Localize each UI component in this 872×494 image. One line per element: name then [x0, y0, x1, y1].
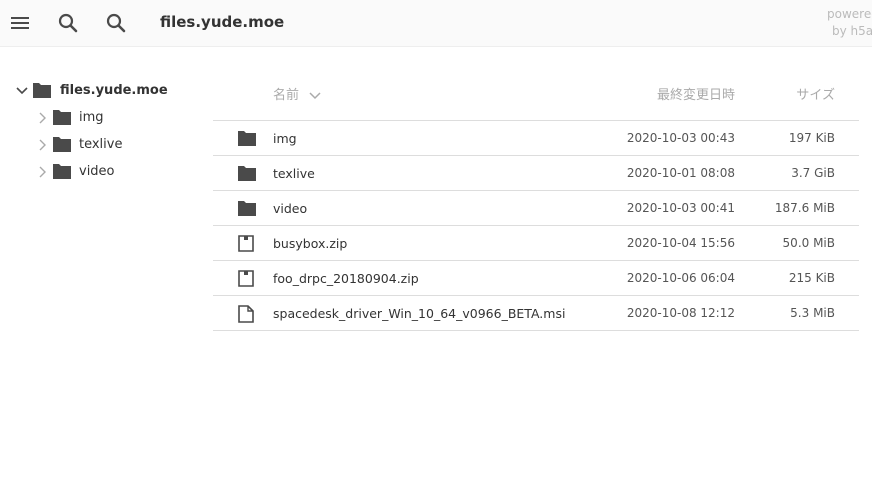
list-item[interactable]: spacedesk_driver_Win_10_64_v0966_BETA.ms… — [213, 296, 859, 331]
powered-line-1: powered — [827, 7, 872, 21]
breadcrumb-root[interactable]: files.yude.moe — [160, 13, 284, 31]
list-item[interactable]: foo_drpc_20180904.zip 2020-10-06 06:04 2… — [213, 261, 859, 296]
item-size: 50.0 MiB — [782, 236, 835, 250]
tree-item-label: img — [79, 110, 104, 125]
item-date: 2020-10-03 00:41 — [626, 201, 735, 215]
item-date: 2020-10-06 06:04 — [626, 271, 735, 285]
folder-icon — [53, 137, 71, 152]
item-name: texlive — [273, 166, 315, 181]
chevron-down-icon[interactable] — [15, 84, 29, 98]
item-size: 3.7 GiB — [791, 166, 835, 180]
item-name: foo_drpc_20180904.zip — [273, 271, 419, 286]
tree-item-label: files.yude.moe — [60, 83, 168, 98]
folder-icon — [238, 131, 256, 146]
item-name: busybox.zip — [273, 236, 348, 251]
list-item[interactable]: texlive 2020-10-01 08:08 3.7 GiB — [213, 156, 859, 191]
item-date: 2020-10-08 12:12 — [626, 306, 735, 320]
sort-chevron-down-icon — [309, 91, 321, 99]
sort-by-name-header[interactable]: 名前 — [273, 84, 321, 103]
chevron-right-icon[interactable] — [36, 165, 48, 179]
item-name: spacedesk_driver_Win_10_64_v0966_BETA.ms… — [273, 306, 566, 321]
item-size: 197 KiB — [788, 131, 835, 145]
item-size: 187.6 MiB — [774, 201, 835, 215]
item-date: 2020-10-03 00:43 — [626, 131, 735, 145]
tree-item-img[interactable]: img — [0, 105, 200, 131]
sort-by-size-header[interactable]: サイズ — [796, 84, 835, 103]
item-name: video — [273, 201, 308, 216]
item-size: 5.3 MiB — [790, 306, 835, 320]
tree-item-video[interactable]: video — [0, 159, 200, 185]
tree-item-label: video — [79, 164, 115, 179]
list-item[interactable]: img 2020-10-03 00:43 197 KiB — [213, 121, 859, 156]
folder-icon — [33, 83, 51, 98]
folder-icon — [53, 164, 71, 179]
search-icon[interactable] — [56, 11, 80, 35]
folder-icon — [238, 166, 256, 181]
header-name-label: 名前 — [273, 88, 300, 103]
file-icon — [238, 305, 254, 323]
archive-file-icon — [238, 235, 254, 252]
item-date: 2020-10-04 15:56 — [626, 236, 735, 250]
list-item[interactable]: video 2020-10-03 00:41 187.6 MiB — [213, 191, 859, 226]
archive-file-icon — [238, 270, 254, 287]
folder-icon — [53, 110, 71, 125]
folder-icon — [238, 201, 256, 216]
tree-item-texlive[interactable]: texlive — [0, 132, 200, 158]
item-name: img — [273, 131, 297, 146]
item-size: 215 KiB — [788, 271, 835, 285]
tree-item-root[interactable]: files.yude.moe — [0, 78, 200, 104]
chevron-right-icon[interactable] — [36, 138, 48, 152]
powered-line-2: by h5ai — [832, 24, 872, 38]
filter-search-icon[interactable] — [104, 11, 128, 35]
menu-icon[interactable] — [8, 11, 32, 35]
top-bar: files.yude.moe powered by h5ai — [0, 0, 872, 47]
list-item[interactable]: busybox.zip 2020-10-04 15:56 50.0 MiB — [213, 226, 859, 261]
sort-by-date-header[interactable]: 最終変更日時 — [657, 84, 735, 103]
list-header: 名前 最終変更日時 サイズ — [213, 78, 859, 121]
tree-item-label: texlive — [79, 137, 123, 152]
chevron-right-icon[interactable] — [36, 111, 48, 125]
powered-by-link[interactable]: powered by h5ai — [827, 6, 872, 40]
item-date: 2020-10-01 08:08 — [626, 166, 735, 180]
